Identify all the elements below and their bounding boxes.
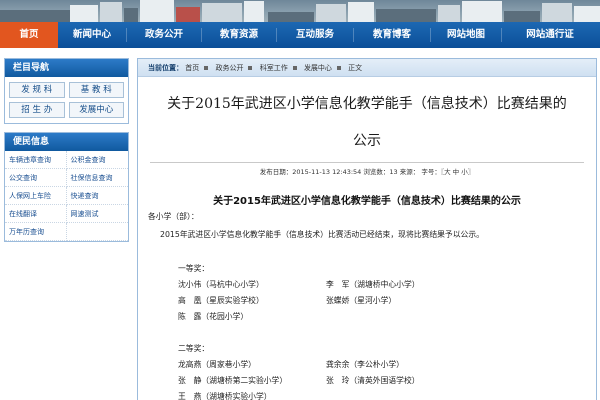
winner-name: 沈小伟（马杭中心小学） xyxy=(178,280,264,289)
article-body: 关于2015年武进区小学信息化教学能手（信息技术）比赛结果的公示 各小学（部）：… xyxy=(138,192,596,400)
second-prize-label: 二等奖： xyxy=(178,344,210,353)
publish-date: 2015-11-13 12:43:54 xyxy=(292,168,362,176)
nav-item-government-affairs[interactable]: 政务公开 xyxy=(127,22,201,48)
views-label: 浏览数： xyxy=(363,168,390,176)
column-nav-box: 栏目导航 发 规 科 基 教 科 招 生 办 发展中心 xyxy=(4,58,129,124)
convenience-info-box: 便民信息 车辆违章查询 公积金查询 公交查询 社保信息查询 人保网上车险 快递查… xyxy=(4,132,129,242)
link-speed-test[interactable]: 网速测试 xyxy=(66,205,128,223)
sidebar-item-planning-dept[interactable]: 发 规 科 xyxy=(9,82,65,98)
sidebar-item-development-center[interactable]: 发展中心 xyxy=(68,102,124,118)
header-banner-image xyxy=(0,0,600,22)
list-item: 沈小伟（马杭中心小学） 李 军（湖塘桥中心小学） xyxy=(178,277,596,293)
view-count: 13 xyxy=(389,168,398,176)
column-nav-title: 栏目导航 xyxy=(5,59,128,77)
salutation: 各小学（部）： xyxy=(148,212,199,221)
link-calendar[interactable]: 万年历查询 xyxy=(5,223,67,241)
intro-paragraph: 2015年武进区小学信息化教学能手（信息技术）比赛活动已经结束，现将比赛结果予以… xyxy=(160,230,484,239)
breadcrumb-current: 正文 xyxy=(348,64,363,72)
winner-name: 张 玲（清英外国语学校） xyxy=(326,376,420,385)
link-car-insurance[interactable]: 人保网上车险 xyxy=(5,187,67,205)
title-divider xyxy=(150,162,584,163)
nav-item-edu-resources[interactable]: 教育资源 xyxy=(202,22,276,48)
second-prize-section: 二等奖： 龙高燕（周家巷小学） 龚余余（李公朴小学） 张 静（湖塘桥第二实验小学… xyxy=(148,341,596,400)
nav-item-sitemap[interactable]: 网站地图 xyxy=(431,22,501,48)
font-size-medium-link[interactable]: 中 xyxy=(453,168,460,176)
sidebar-item-basic-edu-dept[interactable]: 基 教 科 xyxy=(68,82,124,98)
first-prize-section: 一等奖： 沈小伟（马杭中心小学） 李 军（湖塘桥中心小学） 高 凰（星辰实验学校… xyxy=(148,261,596,325)
source-label: 来源： xyxy=(399,168,420,176)
article-meta: 发布日期：2015-11-13 12:43:54 浏览数：13 来源： 字号：〖… xyxy=(138,166,596,176)
list-item: 龙高燕（周家巷小学） 龚余余（李公朴小学） xyxy=(178,357,596,373)
nav-item-news[interactable]: 新闻中心 xyxy=(58,22,126,48)
square-bullet-icon xyxy=(336,65,341,70)
nav-item-home[interactable]: 首页 xyxy=(0,22,58,48)
winner-name: 李 军（湖塘桥中心小学） xyxy=(326,280,420,289)
article-panel: 当前位置： 首页 政务公开 科室工作 发展中心 正文 关于2015年武进区小学信… xyxy=(137,58,597,400)
convenience-info-title: 便民信息 xyxy=(5,133,128,151)
article-heading: 关于2015年武进区小学信息化教学能手（信息技术）比赛结果的公示 xyxy=(213,196,521,207)
link-vehicle-violation[interactable]: 车辆违章查询 xyxy=(5,151,67,169)
article-title-line1: 关于2015年武进区小学信息化教学能手（信息技术）比赛结果的 xyxy=(167,96,567,112)
breadcrumb-dev-center[interactable]: 发展中心 xyxy=(304,64,332,72)
square-bullet-icon xyxy=(248,65,253,70)
link-housing-fund[interactable]: 公积金查询 xyxy=(66,151,128,169)
breadcrumb: 当前位置： 首页 政务公开 科室工作 发展中心 正文 xyxy=(138,59,596,77)
sidebar: 栏目导航 发 规 科 基 教 科 招 生 办 发展中心 便民信息 车辆违章查询 … xyxy=(4,58,129,250)
main-nav-bar: 首页 新闻中心 政务公开 教育资源 互动服务 教育博客 网站地图 网站通行证 xyxy=(0,22,600,48)
article-title-line2: 公示 xyxy=(353,133,381,149)
list-item: 张 静（湖塘桥第二实验小学） 张 玲（清英外国语学校） xyxy=(178,373,596,389)
winner-name: 陈 露（花园小学） xyxy=(178,312,249,321)
first-prize-label: 一等奖： xyxy=(178,264,210,273)
nav-item-edu-blog[interactable]: 教育博客 xyxy=(354,22,430,48)
link-online-translate[interactable]: 在线翻译 xyxy=(5,205,67,223)
list-item: 陈 露（花园小学） xyxy=(178,309,596,325)
sidebar-item-admissions-office[interactable]: 招 生 办 xyxy=(9,102,65,118)
nav-item-interactive[interactable]: 互动服务 xyxy=(277,22,353,48)
winner-name: 张 静（湖塘桥第二实验小学） xyxy=(178,376,288,385)
bracket-close: 〗 xyxy=(467,168,475,176)
breadcrumb-label: 当前位置： xyxy=(148,64,183,72)
font-size-label: 字号： xyxy=(421,168,441,176)
winner-name: 王 燕（湖塘桥实验小学） xyxy=(178,392,272,400)
breadcrumb-gov-affairs[interactable]: 政务公开 xyxy=(215,64,243,72)
winner-name: 龙高燕（周家巷小学） xyxy=(178,360,256,369)
breadcrumb-dept-work[interactable]: 科室工作 xyxy=(260,64,288,72)
winner-name: 张蝶娇（星河小学） xyxy=(326,296,397,305)
winner-name: 龚余余（李公朴小学） xyxy=(326,360,404,369)
link-express-query[interactable]: 快递查询 xyxy=(66,187,128,205)
date-label: 发布日期： xyxy=(259,168,293,176)
breadcrumb-home[interactable]: 首页 xyxy=(185,64,199,72)
link-social-security[interactable]: 社保信息查询 xyxy=(66,169,128,187)
font-size-large-link[interactable]: 大 xyxy=(444,168,451,176)
nav-item-passport[interactable]: 网站通行证 xyxy=(502,22,598,48)
winner-name: 高 凰（星辰实验学校） xyxy=(178,296,264,305)
square-bullet-icon xyxy=(204,65,209,70)
square-bullet-icon xyxy=(292,65,297,70)
link-bus-query[interactable]: 公交查询 xyxy=(5,169,67,187)
list-item: 高 凰（星辰实验学校） 张蝶娇（星河小学） xyxy=(178,293,596,309)
list-item: 王 燕（湖塘桥实验小学） xyxy=(178,389,596,400)
empty-cell xyxy=(66,223,128,241)
